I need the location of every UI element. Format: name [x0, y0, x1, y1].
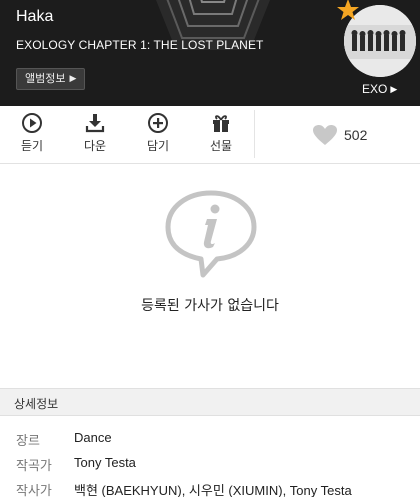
- download-label: 다운: [83, 139, 107, 153]
- no-lyrics-message: 등록된 가사가 없습니다: [141, 298, 279, 314]
- detail-key: 작곡가: [16, 459, 52, 474]
- album-info-label: 앨범정보: [25, 72, 66, 85]
- chevron-right-icon: ▶: [69, 74, 77, 84]
- like-button[interactable]: 502: [312, 124, 367, 146]
- details-title: 상세정보: [14, 397, 59, 411]
- artist-link[interactable]: EXO ▶: [362, 82, 397, 96]
- action-divider: [254, 110, 255, 158]
- detail-value[interactable]: 백현 (BAEKHYUN), 시우민 (XIUMIN), Tony Testa: [74, 480, 352, 497]
- add-button[interactable]: 담기: [138, 112, 178, 154]
- details-section-header: 상세정보: [0, 388, 420, 416]
- gift-label: 선물: [209, 139, 233, 153]
- download-icon: [85, 114, 105, 133]
- download-button[interactable]: 다운: [75, 112, 115, 154]
- lyrics-section: 등록된 가사가 없습니다: [0, 165, 420, 390]
- gift-button[interactable]: 선물: [201, 112, 241, 154]
- song-title: Haka: [16, 8, 54, 25]
- add-label: 담기: [146, 139, 170, 153]
- artist-name: EXO: [362, 82, 388, 96]
- detail-value: Dance: [74, 430, 112, 445]
- detail-value[interactable]: Tony Testa: [74, 455, 136, 470]
- like-count: 502: [344, 127, 368, 143]
- chevron-right-icon: ▶: [390, 83, 398, 94]
- listen-label: 듣기: [20, 139, 44, 153]
- heart-icon: [313, 125, 337, 145]
- song-header: Haka EXOLOGY CHAPTER 1: THE LOST PLANET …: [0, 0, 420, 106]
- info-bubble-icon: [165, 190, 257, 278]
- listen-button[interactable]: 듣기: [12, 112, 52, 154]
- star-icon[interactable]: [336, 0, 360, 22]
- album-info-button[interactable]: 앨범정보 ▶: [16, 68, 86, 90]
- detail-key: 작사가: [16, 484, 52, 497]
- play-icon: [22, 113, 42, 133]
- gift-icon: [213, 115, 229, 132]
- add-icon: [148, 113, 168, 133]
- album-name[interactable]: EXOLOGY CHAPTER 1: THE LOST PLANET: [16, 38, 263, 52]
- detail-key: 장르: [16, 434, 40, 449]
